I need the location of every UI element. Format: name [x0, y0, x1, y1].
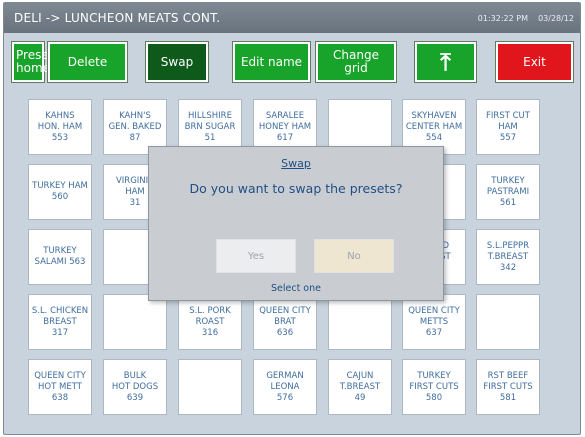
- app-window: DELI -> LUNCHEON MEATS CONT. 01:32:22 PM…: [3, 2, 581, 435]
- dialog-title: Swap: [281, 157, 311, 170]
- preset-cell[interactable]: [476, 294, 540, 350]
- preset-home-button[interactable]: Preset home: [12, 42, 53, 82]
- exit-button[interactable]: Exit: [496, 42, 573, 82]
- preset-cell[interactable]: TURKEY FIRST CUTS 580: [402, 359, 466, 415]
- dialog-hint: Select one: [270, 283, 321, 294]
- preset-cell[interactable]: TURKEY PASTRAMI 561: [476, 164, 540, 220]
- preset-cell[interactable]: CAJUN T.BREAST 49: [328, 359, 392, 415]
- preset-cell[interactable]: QUEEN CITY METTS 637: [402, 294, 466, 350]
- change-grid-button[interactable]: Change grid: [316, 42, 396, 82]
- preset-cell[interactable]: QUEEN CITY BRAT 636: [253, 294, 317, 350]
- no-button[interactable]: No: [314, 239, 394, 273]
- clock-date: 03/28/12: [538, 14, 574, 23]
- preset-cell[interactable]: RST BEEF FIRST CUTS 581: [476, 359, 540, 415]
- clock-time: 01:32:22 PM: [477, 14, 528, 23]
- dialog-question: Do you want to swap the presets?: [189, 181, 403, 196]
- preset-cell[interactable]: BULK HOT DOGS 639: [103, 359, 167, 415]
- edit-name-button[interactable]: Edit name: [233, 42, 310, 82]
- up-arrow-icon: ⤒: [440, 48, 451, 76]
- window-title: DELI -> LUNCHEON MEATS CONT.: [14, 11, 221, 25]
- swap-button[interactable]: Swap: [146, 42, 208, 82]
- preset-cell[interactable]: FIRST CUT HAM 557: [476, 99, 540, 155]
- preset-cell[interactable]: TURKEY HAM 560: [28, 164, 92, 220]
- preset-cell[interactable]: KAHNS HON. HAM 553: [28, 99, 92, 155]
- swap-dialog: Swap Do you want to swap the presets? Ye…: [148, 146, 444, 301]
- delete-button[interactable]: Delete: [48, 42, 127, 82]
- preset-cell[interactable]: TURKEY SALAMI 563: [28, 229, 92, 285]
- preset-cell[interactable]: S.L. PORK ROAST 316: [178, 294, 242, 350]
- preset-cell[interactable]: S.L.PEPPR T.BREAST 342: [476, 229, 540, 285]
- preset-cell[interactable]: QUEEN CITY HOT METT 638: [28, 359, 92, 415]
- preset-cell[interactable]: [328, 294, 392, 350]
- title-bar: DELI -> LUNCHEON MEATS CONT. 01:32:22 PM…: [4, 3, 580, 33]
- preset-cell[interactable]: GERMAN LEONA 576: [253, 359, 317, 415]
- preset-cell[interactable]: S.L. CHICKEN BREAST 317: [28, 294, 92, 350]
- yes-button[interactable]: Yes: [216, 239, 296, 273]
- toolbar: Preset home Delete Swap Edit name Change…: [4, 33, 580, 91]
- preset-cell[interactable]: [103, 294, 167, 350]
- preset-cell[interactable]: [178, 359, 242, 415]
- up-button[interactable]: ⤒: [415, 42, 476, 82]
